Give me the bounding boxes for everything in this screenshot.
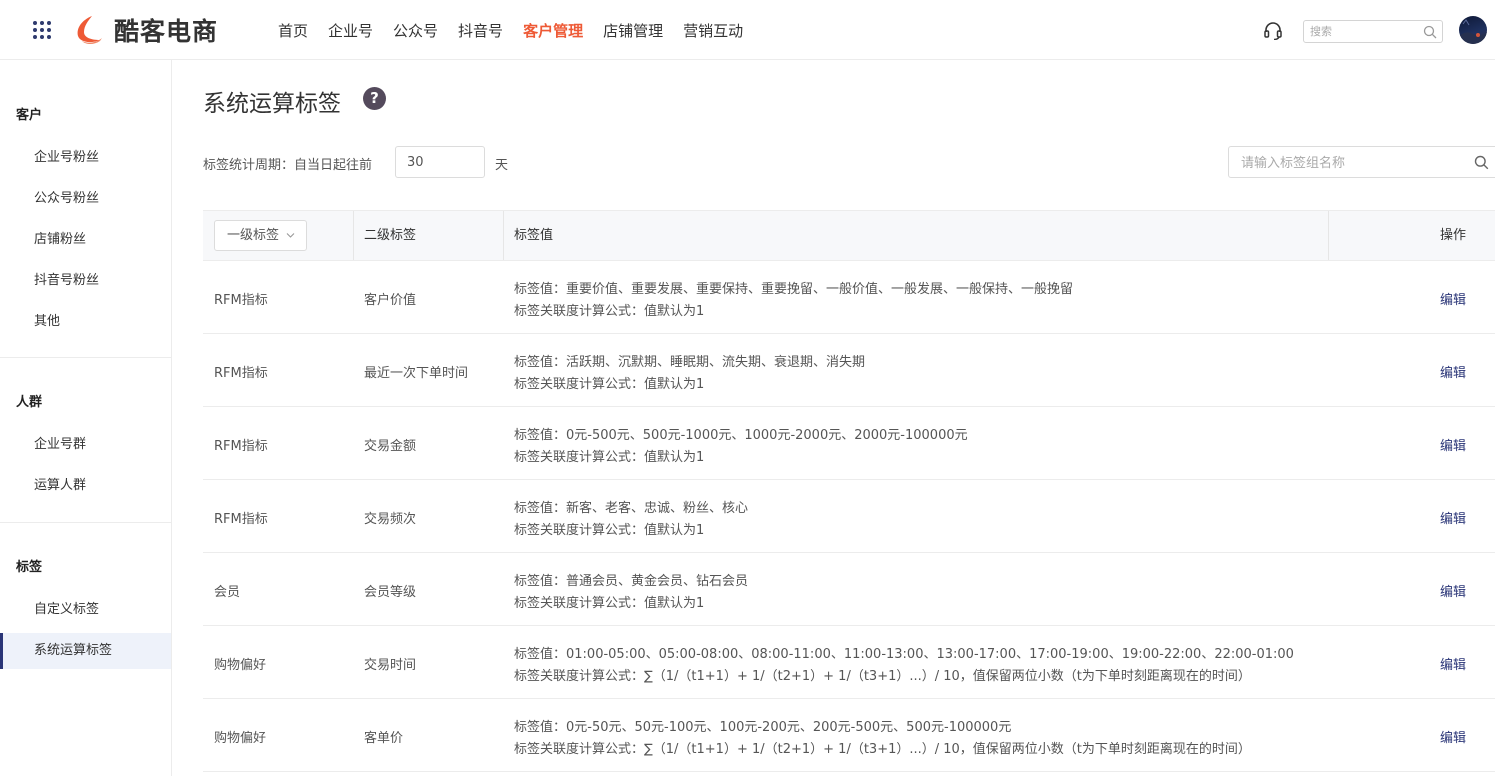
level2-cell: 客单价 — [364, 731, 404, 746]
tag-values-cell: 标签值：普通会员、黄金会员、钻石会员 — [514, 574, 749, 589]
tag-values-cell: 标签值：0元-50元、50元-100元、100元-200元、200元-500元、… — [514, 720, 1012, 735]
nav-item[interactable]: 客户管理 — [523, 20, 583, 41]
table-header: 一级标签 二级标签 标签值 操作 — [203, 210, 1495, 261]
tag-formula-cell: 标签关联度计算公式：值默认为1 — [514, 596, 705, 611]
level1-cell: 购物偏好 — [214, 658, 267, 673]
tag-formula-cell: 标签关联度计算公式：∑（1/（t1+1）+ 1/（t2+1）+ 1/（t3+1）… — [514, 742, 1251, 757]
search-icon[interactable] — [1423, 25, 1437, 39]
column-divider — [503, 211, 504, 260]
edit-link[interactable]: 编辑 — [1440, 435, 1466, 454]
column-divider — [353, 211, 354, 260]
sidebar-item[interactable]: 运算人群 — [0, 468, 171, 504]
table-row: 购物偏好 客单价 标签值：0元-50元、50元-100元、100元-200元、200… — [203, 699, 1495, 772]
edit-link[interactable]: 编辑 — [1440, 362, 1466, 381]
table-row: RFM指标 交易频次 标签值：新客、老客、忠诚、粉丝、核心 标签关联度计算公式：值默认… — [203, 480, 1495, 553]
level1-cell: RFM指标 — [214, 512, 268, 527]
tag-values-cell: 标签值：新客、老客、忠诚、粉丝、核心 — [514, 501, 749, 516]
level2-cell: 交易频次 — [364, 512, 417, 527]
column-header-values: 标签值 — [514, 228, 554, 243]
level2-cell: 交易金额 — [364, 439, 417, 454]
edit-link[interactable]: 编辑 — [1440, 508, 1466, 527]
sidebar-divider — [0, 522, 171, 523]
period-label: 标签统计周期：自当日起往前 — [203, 158, 373, 173]
nav-item[interactable]: 店铺管理 — [603, 20, 663, 41]
level1-tag-select-value: 一级标签 — [227, 228, 280, 243]
level1-cell: 会员 — [214, 585, 241, 600]
sidebar-item[interactable]: 公众号粉丝 — [0, 181, 171, 217]
sidebar-item[interactable]: 自定义标签 — [0, 592, 171, 628]
nav-item[interactable]: 抖音号 — [458, 20, 503, 41]
column-divider — [1328, 211, 1329, 260]
tag-formula-cell: 标签关联度计算公式：值默认为1 — [514, 304, 705, 319]
column-header-action: 操作 — [1440, 228, 1467, 243]
tag-formula-cell: 标签关联度计算公式：值默认为1 — [514, 377, 705, 392]
top-search-input[interactable] — [1310, 23, 1420, 40]
sidebar-divider — [0, 357, 171, 358]
sidebar-item[interactable]: 抖音号粉丝 — [0, 263, 171, 299]
sidebar-item[interactable]: 系统运算标签 — [0, 633, 171, 669]
brand-name: 酷客电商 — [114, 17, 219, 46]
app-grid-icon[interactable] — [33, 21, 52, 40]
level2-cell: 最近一次下单时间 — [364, 366, 469, 381]
period-unit: 天 — [495, 158, 509, 173]
tag-values-cell: 标签值：重要价值、重要发展、重要保持、重要挽留、一般价值、一般发展、一般保持、一… — [514, 282, 1074, 297]
edit-link[interactable]: 编辑 — [1440, 654, 1466, 673]
sidebar-section-title: 人群 — [16, 395, 43, 410]
tag-formula-cell: 标签关联度计算公式：值默认为1 — [514, 450, 705, 465]
user-avatar[interactable] — [1459, 16, 1487, 44]
main-nav: 首页 企业号 公众号 抖音号 客户管理 店铺管理 营销互动 — [278, 0, 763, 60]
table-row: RFM指标 最近一次下单时间 标签值：活跃期、沉默期、睡眠期、流失期、衰退期、消失期… — [203, 334, 1495, 407]
sidebar-item[interactable]: 店铺粉丝 — [0, 222, 171, 258]
table-row: RFM指标 交易金额 标签值：0元-500元、500元-1000元、1000元-20… — [203, 407, 1495, 480]
tag-values-cell: 标签值：01:00-05:00、05:00-08:00、08:00-11:00、… — [514, 647, 1294, 662]
nav-item[interactable]: 首页 — [278, 20, 308, 41]
sidebar: 客户企业号粉丝公众号粉丝店铺粉丝抖音号粉丝其他人群企业号群运算人群标签自定义标签… — [0, 60, 172, 776]
page-title: 系统运算标签 — [203, 91, 341, 117]
level1-cell: 购物偏好 — [214, 731, 267, 746]
sidebar-item[interactable]: 其他 — [0, 304, 171, 340]
level2-cell: 客户价值 — [364, 293, 417, 308]
period-days-input[interactable] — [395, 146, 485, 178]
help-icon[interactable]: ? — [363, 87, 386, 110]
tag-group-search-box — [1228, 146, 1495, 178]
edit-link[interactable]: 编辑 — [1440, 289, 1466, 308]
table-row: 购物偏好 交易时间 标签值：01:00-05:00、05:00-08:00、08:0… — [203, 626, 1495, 699]
brand-logo-icon — [77, 16, 102, 44]
nav-item[interactable]: 公众号 — [393, 20, 438, 41]
column-header-level2: 二级标签 — [364, 228, 417, 243]
tag-values-cell: 标签值：活跃期、沉默期、睡眠期、流失期、衰退期、消失期 — [514, 355, 866, 370]
brand-logo[interactable]: 酷客电商 — [72, 14, 218, 46]
avatar-image — [1459, 19, 1487, 44]
table-row: RFM指标 客户价值 标签值：重要价值、重要发展、重要保持、重要挽留、一般价值、一般… — [203, 261, 1495, 334]
nav-item[interactable]: 企业号 — [328, 20, 373, 41]
headset-icon[interactable] — [1263, 22, 1283, 40]
table-row: 会员 会员等级 标签值：普通会员、黄金会员、钻石会员 标签关联度计算公式：值默认为1 编… — [203, 553, 1495, 626]
level1-cell: RFM指标 — [214, 366, 268, 381]
sidebar-item[interactable]: 企业号群 — [0, 427, 171, 463]
level1-cell: RFM指标 — [214, 439, 268, 454]
search-icon[interactable] — [1474, 155, 1489, 170]
sidebar-item[interactable]: 企业号粉丝 — [0, 140, 171, 176]
level1-tag-select[interactable]: 一级标签 — [214, 220, 307, 251]
tag-group-search-input[interactable] — [1241, 154, 1461, 172]
top-bar: 酷客电商 首页 企业号 公众号 抖音号 客户管理 店铺管理 营销互动 — [0, 0, 1495, 60]
tag-formula-cell: 标签关联度计算公式：值默认为1 — [514, 523, 705, 538]
nav-item[interactable]: 营销互动 — [683, 20, 743, 41]
chevron-down-icon — [286, 233, 295, 238]
top-search-box — [1303, 20, 1443, 43]
level2-cell: 交易时间 — [364, 658, 417, 673]
tag-values-cell: 标签值：0元-500元、500元-1000元、1000元-2000元、2000元… — [514, 428, 968, 443]
sidebar-section-title: 标签 — [16, 560, 43, 575]
level2-cell: 会员等级 — [364, 585, 417, 600]
level1-cell: RFM指标 — [214, 293, 268, 308]
sidebar-section-title: 客户 — [16, 108, 43, 123]
edit-link[interactable]: 编辑 — [1440, 727, 1466, 746]
tag-formula-cell: 标签关联度计算公式：∑（1/（t1+1）+ 1/（t2+1）+ 1/（t3+1）… — [514, 669, 1251, 684]
edit-link[interactable]: 编辑 — [1440, 581, 1466, 600]
